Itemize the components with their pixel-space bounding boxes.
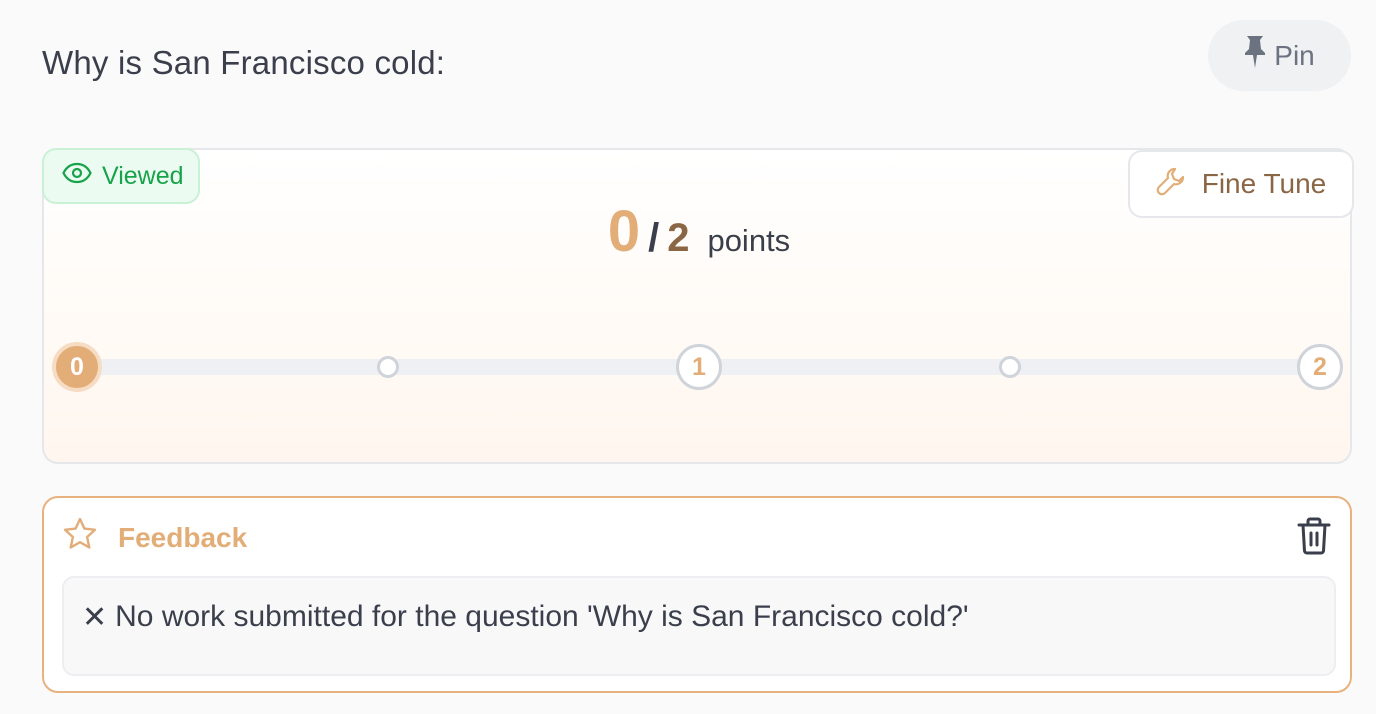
score-card: Viewed Fine Tune 0 / 2 points 0 1 2 xyxy=(42,148,1354,464)
pin-label: Pin xyxy=(1274,39,1315,71)
cross-icon: ✕ xyxy=(82,601,108,634)
score-slash: / xyxy=(648,216,660,260)
question-title: Why is San Francisco cold: xyxy=(42,44,446,81)
score-stop-1[interactable]: 1 xyxy=(676,344,722,390)
viewed-badge: Viewed xyxy=(42,148,200,204)
pin-icon xyxy=(1244,35,1266,76)
score-unit: points xyxy=(707,223,791,258)
feedback-header: Feedback xyxy=(62,516,247,559)
score-stop-one-and-half[interactable] xyxy=(999,356,1021,378)
score-display: 0 / 2 points xyxy=(44,198,1354,265)
star-icon xyxy=(62,516,98,559)
fine-tune-label: Fine Tune xyxy=(1201,168,1327,199)
eye-icon xyxy=(62,162,92,191)
pin-button[interactable]: Pin xyxy=(1208,20,1351,91)
score-stop-0[interactable]: 0 xyxy=(52,342,102,392)
score-max: 2 xyxy=(667,216,690,260)
feedback-label: Feedback xyxy=(118,521,248,553)
wrench-icon xyxy=(1156,166,1186,203)
feedback-card: Feedback ✕ No work submitted for the que… xyxy=(42,496,1352,693)
viewed-label: Viewed xyxy=(102,161,184,190)
feedback-text-box[interactable]: ✕ No work submitted for the question 'Wh… xyxy=(62,576,1336,676)
feedback-text: No work submitted for the question 'Why … xyxy=(115,600,969,633)
delete-feedback-button[interactable] xyxy=(1296,516,1332,556)
grading-panel: Why is San Francisco cold: Pin Viewed Fi… xyxy=(0,0,1376,714)
score-stop-half[interactable] xyxy=(377,356,399,378)
trash-icon xyxy=(1296,517,1332,560)
score-stop-2[interactable]: 2 xyxy=(1297,344,1343,390)
score-value: 0 xyxy=(607,199,641,264)
